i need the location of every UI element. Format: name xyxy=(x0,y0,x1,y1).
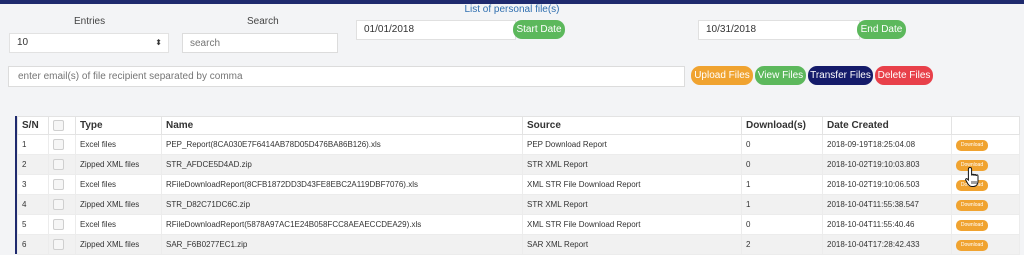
header-name[interactable]: Name xyxy=(161,116,523,135)
cell-name: STR_AFDCE5D4AD.zip xyxy=(161,154,523,175)
header-actions xyxy=(951,116,1020,135)
cell-date: 2018-10-02T19:10:03.803 xyxy=(822,154,952,175)
cell-type: Zipped XML files xyxy=(75,234,162,255)
start-date-field[interactable]: 01/01/2018 xyxy=(356,20,516,40)
cell-downloads: 0 xyxy=(741,134,823,155)
cell-source: SAR XML Report xyxy=(522,234,742,255)
row-checkbox[interactable] xyxy=(53,139,64,150)
header-downloads[interactable]: Download(s) xyxy=(741,116,823,135)
table-row: 3 Excel files RFileDownloadReport(8CFB18… xyxy=(17,174,1020,195)
cell-source: STR XML Report xyxy=(522,194,742,215)
row-checkbox[interactable] xyxy=(53,199,64,210)
cell-source: XML STR File Download Report xyxy=(522,214,742,235)
cell-name: SAR_F6B0277EC1.zip xyxy=(161,234,523,255)
header-source[interactable]: Source xyxy=(522,116,742,135)
cell-downloads: 0 xyxy=(741,214,823,235)
entries-select[interactable]: 10 ⬍ xyxy=(9,33,169,53)
cell-type: Zipped XML files xyxy=(75,154,162,175)
cell-action: Download xyxy=(951,174,1020,195)
start-date-button[interactable]: Start Date xyxy=(513,20,565,39)
cell-select xyxy=(48,214,76,235)
cell-select xyxy=(48,174,76,195)
cell-type: Excel files xyxy=(75,134,162,155)
cell-name: RFileDownloadReport(8CFB1872DD3D43FE8EBC… xyxy=(161,174,523,195)
table-header-row: S/N Type Name Source Download(s) Date Cr… xyxy=(17,116,1020,135)
entries-value: 10 xyxy=(17,37,29,48)
entries-label: Entries xyxy=(74,16,106,27)
cell-sn: 1 xyxy=(17,134,49,155)
header-type[interactable]: Type xyxy=(75,116,162,135)
cell-date: 2018-10-04T11:55:38.547 xyxy=(822,194,952,215)
recipient-email-input[interactable] xyxy=(8,66,685,87)
caret-updown-icon: ⬍ xyxy=(155,38,162,47)
row-checkbox[interactable] xyxy=(53,179,64,190)
delete-files-button[interactable]: Delete Files xyxy=(875,66,933,85)
download-button[interactable]: Download xyxy=(956,219,988,231)
table-row: 6 Zipped XML files SAR_F6B0277EC1.zip SA… xyxy=(17,234,1020,255)
end-date-field[interactable]: 10/31/2018 xyxy=(698,20,860,40)
cell-action: Download xyxy=(951,234,1020,255)
search-label: Search xyxy=(247,16,279,27)
header-select-all[interactable] xyxy=(48,116,76,135)
cell-sn: 6 xyxy=(17,234,49,255)
cell-sn: 5 xyxy=(17,214,49,235)
cell-action: Download xyxy=(951,154,1020,175)
cell-downloads: 2 xyxy=(741,234,823,255)
cell-date: 2018-10-02T19:10:06.503 xyxy=(822,174,952,195)
download-button[interactable]: Download xyxy=(956,239,988,251)
end-date-button[interactable]: End Date xyxy=(857,20,906,39)
cell-action: Download xyxy=(951,214,1020,235)
cell-type: Zipped XML files xyxy=(75,194,162,215)
cell-name: PEP_Report(8CA030E7F6414AB78D05D476BA86B… xyxy=(161,134,523,155)
table-row: 4 Zipped XML files STR_D82C71DC6C.zip ST… xyxy=(17,194,1020,215)
cell-action: Download xyxy=(951,194,1020,215)
cell-sn: 4 xyxy=(17,194,49,215)
cell-action: Download xyxy=(951,134,1020,155)
table-row: 2 Zipped XML files STR_AFDCE5D4AD.zip ST… xyxy=(17,154,1020,175)
cell-type: Excel files xyxy=(75,174,162,195)
upload-files-button[interactable]: Upload Files xyxy=(691,66,753,85)
table-row: 5 Excel files RFileDownloadReport(5878A9… xyxy=(17,214,1020,235)
cell-name: RFileDownloadReport(5878A97AC1E24B058FCC… xyxy=(161,214,523,235)
cell-sn: 2 xyxy=(17,154,49,175)
row-checkbox[interactable] xyxy=(53,159,64,170)
cell-select xyxy=(48,154,76,175)
table-row: 1 Excel files PEP_Report(8CA030E7F6414AB… xyxy=(17,134,1020,155)
cell-date: 2018-10-04T17:28:42.433 xyxy=(822,234,952,255)
cell-downloads: 0 xyxy=(741,154,823,175)
cell-name: STR_D82C71DC6C.zip xyxy=(161,194,523,215)
cell-date: 2018-10-04T11:55:40.46 xyxy=(822,214,952,235)
cell-select xyxy=(48,234,76,255)
cell-type: Excel files xyxy=(75,214,162,235)
cell-source: STR XML Report xyxy=(522,154,742,175)
cell-select xyxy=(48,194,76,215)
page-title: List of personal file(s) xyxy=(464,4,560,15)
files-table-container: S/N Type Name Source Download(s) Date Cr… xyxy=(15,116,1020,255)
download-button[interactable]: Download xyxy=(956,199,988,211)
row-checkbox[interactable] xyxy=(53,239,64,250)
transfer-files-button[interactable]: Transfer Files xyxy=(808,66,873,85)
header-sn[interactable]: S/N xyxy=(17,116,49,135)
cell-sn: 3 xyxy=(17,174,49,195)
cell-date: 2018-09-19T18:25:04.08 xyxy=(822,134,952,155)
row-checkbox[interactable] xyxy=(53,219,64,230)
view-files-button[interactable]: View Files xyxy=(755,66,806,85)
hand-pointer-icon xyxy=(965,166,979,187)
select-all-checkbox[interactable] xyxy=(53,119,64,131)
header-date-created[interactable]: Date Created xyxy=(822,116,952,135)
cell-source: PEP Download Report xyxy=(522,134,742,155)
search-input[interactable] xyxy=(182,33,338,53)
files-table: S/N Type Name Source Download(s) Date Cr… xyxy=(17,116,1020,255)
cell-downloads: 1 xyxy=(741,174,823,195)
cell-select xyxy=(48,134,76,155)
download-button[interactable]: Download xyxy=(956,139,988,151)
cell-source: XML STR File Download Report xyxy=(522,174,742,195)
cell-downloads: 1 xyxy=(741,194,823,215)
